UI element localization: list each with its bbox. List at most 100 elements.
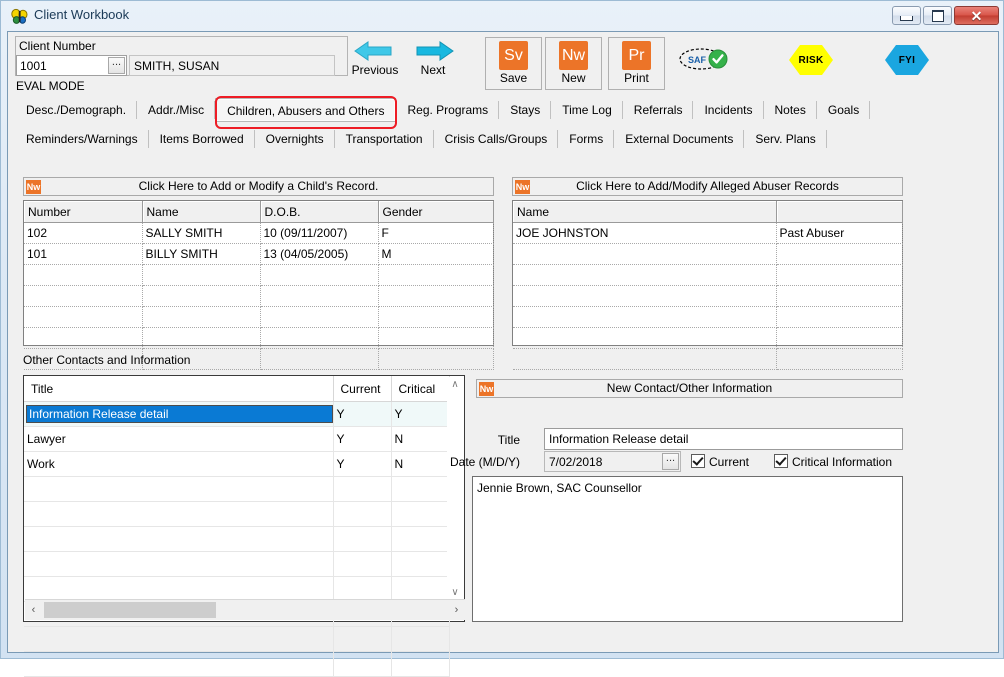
- table-row[interactable]: [513, 243, 903, 265]
- table-row[interactable]: [513, 327, 903, 349]
- date-label: Date (M/D/Y): [449, 455, 520, 469]
- other-contacts-horizontal-scrollbar[interactable]: ‹ ›: [25, 599, 465, 620]
- critical-information-checkbox[interactable]: Critical Information: [774, 454, 892, 469]
- previous-button[interactable]: Previous: [345, 39, 405, 85]
- client-number-value: 1001: [20, 59, 47, 73]
- tab-incidents[interactable]: Incidents: [693, 98, 764, 122]
- title-label: Title: [497, 433, 520, 447]
- abuser-relation: Past Abuser: [776, 222, 903, 244]
- tab-forms[interactable]: Forms: [558, 127, 615, 151]
- tab-addr-misc[interactable]: Addr./Misc: [137, 98, 216, 122]
- other-contacts-list[interactable]: Title Current Critical Information Relea…: [23, 375, 465, 677]
- child-number: 102: [24, 222, 143, 244]
- list-item[interactable]: Information Release detail Y Y: [24, 401, 450, 427]
- new-contact-banner-label: New Contact/Other Information: [606, 381, 773, 395]
- tab-stays[interactable]: Stays: [499, 98, 552, 122]
- list-item[interactable]: [24, 501, 450, 527]
- list-item[interactable]: Lawyer Y N: [24, 426, 450, 452]
- children-grid[interactable]: Number Name D.O.B. Gender 102 SALLY SMIT…: [23, 200, 494, 370]
- list-item[interactable]: [24, 526, 450, 552]
- tab-serv-plans[interactable]: Serv. Plans: [744, 127, 828, 151]
- contact-notes-textarea[interactable]: Jennie Brown, SAC Counsellor: [472, 476, 903, 622]
- tab-time-log[interactable]: Time Log: [551, 98, 623, 122]
- child-gender: M: [378, 243, 494, 265]
- table-row[interactable]: [513, 264, 903, 286]
- new-contact-banner[interactable]: Nw New Contact/Other Information: [476, 379, 903, 398]
- table-row[interactable]: [24, 264, 494, 286]
- tab-desc-demograph[interactable]: Desc./Demograph.: [15, 98, 138, 122]
- table-row[interactable]: [513, 306, 903, 328]
- tab-transportation[interactable]: Transportation: [335, 127, 434, 151]
- children-col-number: Number: [24, 201, 143, 223]
- scroll-left-icon[interactable]: ‹: [25, 600, 42, 620]
- table-row[interactable]: [24, 306, 494, 328]
- close-button[interactable]: ✕: [954, 6, 999, 25]
- list-item[interactable]: [24, 651, 450, 677]
- scroll-right-icon[interactable]: ›: [448, 600, 465, 620]
- table-row[interactable]: JOE JOHNSTON Past Abuser: [513, 222, 903, 244]
- abusers-add-modify-banner[interactable]: Nw Click Here to Add/Modify Alleged Abus…: [512, 177, 903, 196]
- table-row[interactable]: 102 SALLY SMITH 10 (09/11/2007) F: [24, 222, 494, 244]
- close-icon: ✕: [970, 7, 983, 24]
- new-button[interactable]: Nw New: [545, 37, 602, 90]
- window-controls: ✕: [892, 6, 999, 25]
- abusers-grid[interactable]: Name JOE JOHNSTON Past Abuser: [512, 200, 903, 370]
- tab-reminders-warnings[interactable]: Reminders/Warnings: [15, 127, 149, 151]
- other-contacts-table: Title Current Critical Information Relea…: [24, 376, 450, 677]
- table-row[interactable]: [513, 348, 903, 370]
- tab-row-primary: Desc./Demograph. Addr./Misc Children, Ab…: [15, 98, 871, 122]
- oc-current: Y: [333, 401, 392, 427]
- window-title: Client Workbook: [34, 7, 130, 22]
- tab-goals[interactable]: Goals: [817, 98, 871, 122]
- previous-label: Previous: [351, 63, 399, 77]
- saf-icon[interactable]: SAF: [677, 46, 733, 72]
- current-checkbox[interactable]: Current: [691, 454, 749, 469]
- child-dob: 10 (09/11/2007): [260, 222, 379, 244]
- children-header-row: Number Name D.O.B. Gender: [24, 201, 494, 223]
- client-number-label: Client Number: [19, 39, 96, 53]
- abusers-banner-label: Click Here to Add/Modify Alleged Abuser …: [576, 179, 839, 193]
- other-contacts-vertical-scrollbar[interactable]: ∧ ∨: [447, 377, 463, 601]
- left-arrow-icon: [345, 39, 405, 63]
- print-button[interactable]: Pr Print: [608, 37, 665, 90]
- child-dob: 13 (04/05/2005): [260, 243, 379, 265]
- list-item[interactable]: Work Y N: [24, 451, 450, 477]
- table-row[interactable]: [24, 327, 494, 349]
- table-row[interactable]: [513, 285, 903, 307]
- client-number-input[interactable]: 1001 ...: [16, 55, 127, 76]
- checkmark-icon: [774, 454, 788, 468]
- list-item[interactable]: [24, 476, 450, 502]
- children-add-modify-banner[interactable]: Nw Click Here to Add or Modify a Child's…: [23, 177, 494, 196]
- oc-current: Y: [333, 426, 392, 452]
- scroll-thumb[interactable]: [44, 602, 216, 618]
- tab-overnights[interactable]: Overnights: [255, 127, 335, 151]
- tab-row-secondary: Reminders/Warnings Items Borrowed Overni…: [15, 127, 828, 151]
- other-contacts-label: Other Contacts and Information: [23, 353, 191, 367]
- table-row[interactable]: 101 BILLY SMITH 13 (04/05/2005) M: [24, 243, 494, 265]
- child-number: 101: [24, 243, 143, 265]
- save-button[interactable]: Sv Save: [485, 37, 542, 90]
- tab-children-abusers-others[interactable]: Children, Abusers and Others: [215, 98, 397, 122]
- tab-referrals[interactable]: Referrals: [623, 98, 694, 122]
- tab-reg-programs[interactable]: Reg. Programs: [396, 98, 499, 122]
- title-input[interactable]: Information Release detail: [544, 428, 903, 450]
- list-item[interactable]: [24, 551, 450, 577]
- next-button[interactable]: Next: [403, 39, 463, 85]
- scroll-up-icon[interactable]: ∧: [447, 377, 463, 393]
- abuser-name: JOE JOHNSTON: [513, 222, 777, 244]
- list-item[interactable]: [24, 576, 450, 602]
- tab-crisis-calls-groups[interactable]: Crisis Calls/Groups: [434, 127, 559, 151]
- date-input[interactable]: 7/02/2018 ...: [544, 451, 681, 472]
- tab-items-borrowed[interactable]: Items Borrowed: [149, 127, 255, 151]
- table-row[interactable]: [24, 285, 494, 307]
- client-lookup-button[interactable]: ...: [108, 57, 125, 74]
- minimize-button[interactable]: [892, 6, 921, 25]
- maximize-button[interactable]: [923, 6, 952, 25]
- tab-notes[interactable]: Notes: [764, 98, 818, 122]
- tab-external-documents[interactable]: External Documents: [614, 127, 745, 151]
- oc-title: Work: [24, 451, 334, 477]
- list-item[interactable]: [24, 626, 450, 652]
- date-picker-button[interactable]: ...: [662, 453, 679, 470]
- new-record-icon: Nw: [479, 382, 494, 396]
- oc-title: Lawyer: [24, 426, 334, 452]
